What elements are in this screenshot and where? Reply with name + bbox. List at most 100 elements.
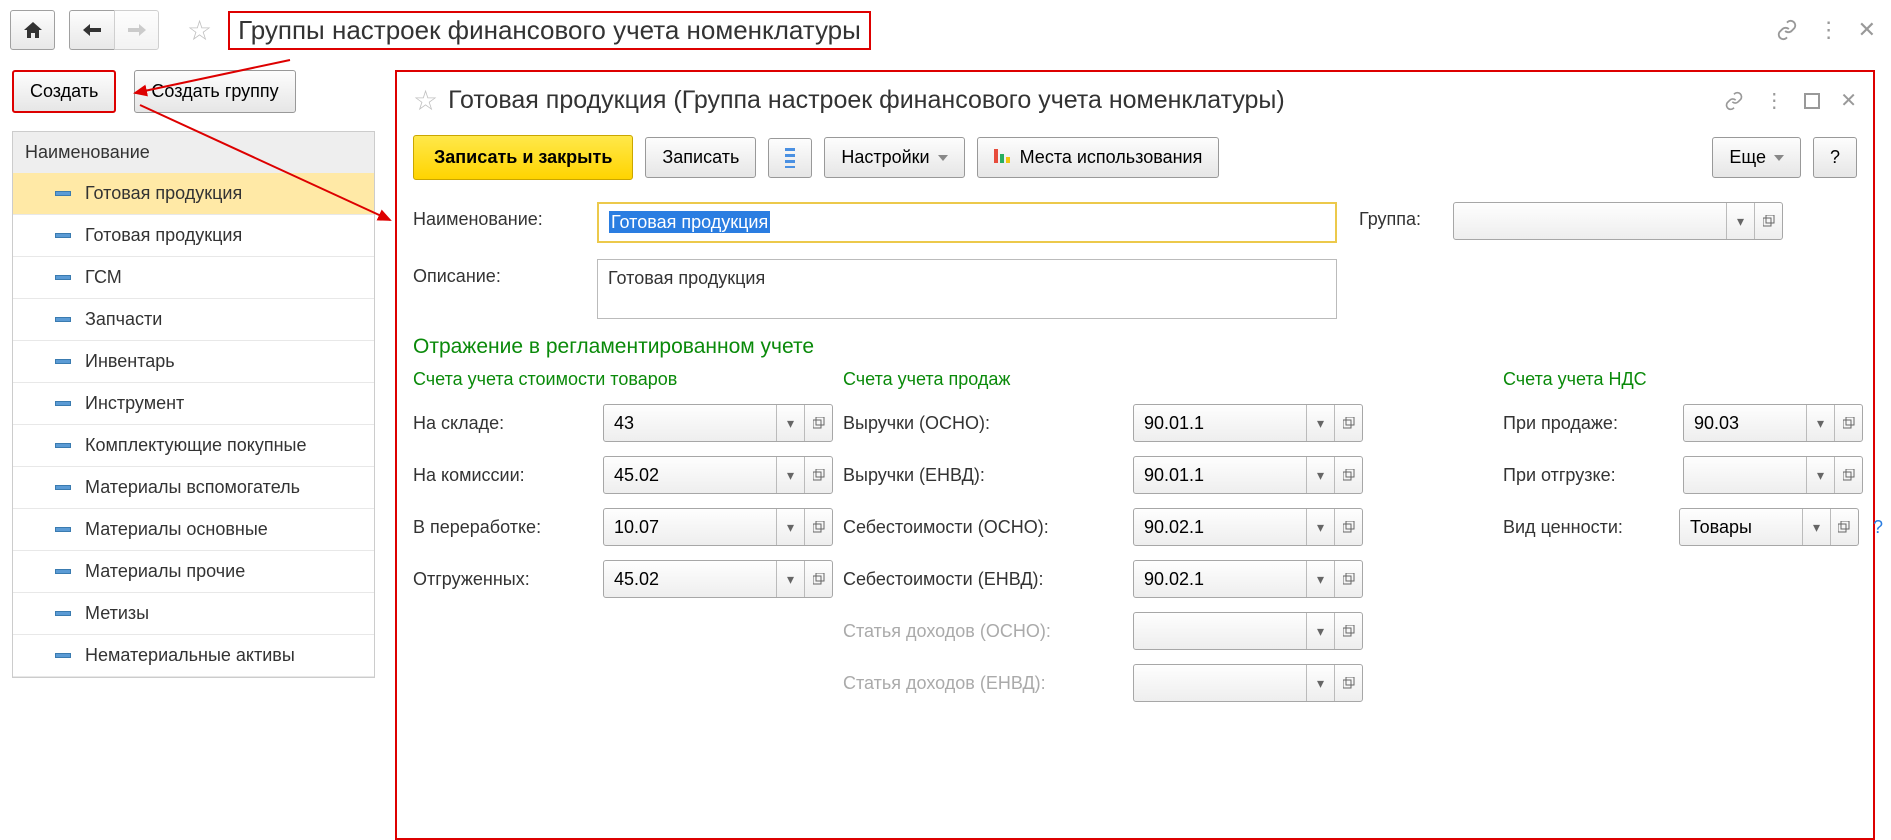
open-button[interactable] xyxy=(804,405,832,441)
account-select[interactable]: ▾ xyxy=(1679,508,1859,546)
list-item[interactable]: Готовая продукция xyxy=(13,215,374,257)
save-and-close-button[interactable]: Записать и закрыть xyxy=(413,135,633,180)
forward-button[interactable] xyxy=(114,10,159,50)
name-label: Наименование: xyxy=(413,202,583,230)
create-button[interactable]: Создать xyxy=(12,70,116,113)
account-select[interactable]: ▾ xyxy=(1133,560,1363,598)
account-select[interactable]: ▾ xyxy=(1133,664,1363,702)
chevron-down-icon xyxy=(938,155,948,161)
report-button[interactable] xyxy=(768,138,812,178)
list-item-label: Материалы основные xyxy=(85,519,268,540)
chart-icon xyxy=(994,149,1010,163)
child-maximize-icon[interactable] xyxy=(1804,93,1820,109)
open-button[interactable] xyxy=(1334,561,1362,597)
list-item-label: Комплектующие покупные xyxy=(85,435,307,456)
list-item[interactable]: Метизы xyxy=(13,593,374,635)
dropdown-button[interactable]: ▾ xyxy=(1306,561,1334,597)
dropdown-button[interactable]: ▾ xyxy=(1306,405,1334,441)
list-item-label: Инвентарь xyxy=(85,351,175,372)
save-button[interactable]: Записать xyxy=(645,137,756,178)
dropdown-button[interactable]: ▾ xyxy=(1306,457,1334,493)
dropdown-button[interactable]: ▾ xyxy=(1802,509,1830,545)
help-icon[interactable]: ? xyxy=(1873,517,1883,538)
back-button[interactable] xyxy=(69,10,114,50)
kebab-menu-icon[interactable]: ⋮ xyxy=(1818,17,1838,43)
open-button[interactable] xyxy=(1334,665,1362,701)
chevron-down-icon xyxy=(1774,155,1784,161)
list-item[interactable]: Запчасти xyxy=(13,299,374,341)
dropdown-button[interactable]: ▾ xyxy=(776,405,804,441)
account-row: Вид ценности: ▾? xyxy=(1503,508,1883,546)
dropdown-button[interactable]: ▾ xyxy=(1306,665,1334,701)
open-button[interactable] xyxy=(1830,509,1858,545)
dropdown-button[interactable]: ▾ xyxy=(776,457,804,493)
list-item[interactable]: Комплектующие покупные xyxy=(13,425,374,467)
close-icon[interactable]: ✕ xyxy=(1858,17,1876,43)
item-icon xyxy=(55,233,71,238)
list-item[interactable]: Инвентарь xyxy=(13,341,374,383)
subsection-cost: Счета учета стоимости товаров xyxy=(413,369,843,390)
dropdown-button[interactable]: ▾ xyxy=(776,561,804,597)
list-item-label: Запчасти xyxy=(85,309,162,330)
item-icon xyxy=(55,653,71,658)
account-row: Выручки (ЕНВД): ▾ xyxy=(843,456,1503,494)
open-button[interactable] xyxy=(1334,509,1362,545)
open-button[interactable] xyxy=(804,457,832,493)
item-icon xyxy=(55,569,71,574)
open-button[interactable] xyxy=(1834,405,1862,441)
list-item[interactable]: ГСМ xyxy=(13,257,374,299)
account-select[interactable]: ▾ xyxy=(603,508,833,546)
name-input[interactable]: Готовая продукция xyxy=(597,202,1337,243)
account-label: Выручки (ОСНО): xyxy=(843,413,1123,434)
subsection-vat: Счета учета НДС xyxy=(1503,369,1883,390)
list-item[interactable]: Нематериальные активы xyxy=(13,635,374,677)
more-dropdown[interactable]: Еще xyxy=(1712,137,1801,178)
help-button[interactable]: ? xyxy=(1813,137,1857,178)
list-item[interactable]: Материалы прочие xyxy=(13,551,374,593)
list-item[interactable]: Материалы вспомогатель xyxy=(13,467,374,509)
child-favorite-star-icon[interactable]: ☆ xyxy=(413,84,438,117)
child-close-icon[interactable]: ✕ xyxy=(1840,88,1857,113)
account-label: На комиссии: xyxy=(413,465,593,486)
dropdown-button[interactable]: ▾ xyxy=(1806,405,1834,441)
open-button[interactable] xyxy=(1334,405,1362,441)
account-select[interactable]: ▾ xyxy=(1133,508,1363,546)
account-select[interactable]: ▾ xyxy=(1133,404,1363,442)
group-select[interactable]: ▾ xyxy=(1453,202,1783,240)
account-select[interactable]: ▾ xyxy=(603,456,833,494)
list-header: Наименование xyxy=(12,131,375,173)
dropdown-button[interactable]: ▾ xyxy=(1306,613,1334,649)
account-row: Статья доходов (ЕНВД):▾ xyxy=(843,664,1503,702)
open-button[interactable] xyxy=(804,509,832,545)
dropdown-button[interactable]: ▾ xyxy=(776,509,804,545)
open-button[interactable] xyxy=(1334,613,1362,649)
usage-button[interactable]: Места использования xyxy=(977,137,1220,178)
account-select[interactable]: ▾ xyxy=(1683,456,1863,494)
open-button[interactable] xyxy=(804,561,832,597)
dropdown-button[interactable]: ▾ xyxy=(1806,457,1834,493)
list-item[interactable]: Материалы основные xyxy=(13,509,374,551)
account-select[interactable]: ▾ xyxy=(1683,404,1863,442)
home-button[interactable] xyxy=(10,10,55,50)
link-icon[interactable] xyxy=(1776,19,1798,41)
list-item[interactable]: Готовая продукция xyxy=(13,173,374,215)
dropdown-button[interactable]: ▾ xyxy=(1726,203,1754,239)
dropdown-button[interactable]: ▾ xyxy=(1306,509,1334,545)
child-kebab-icon[interactable]: ⋮ xyxy=(1764,88,1784,113)
open-button[interactable] xyxy=(1754,203,1782,239)
account-label: Вид ценности: xyxy=(1503,517,1669,538)
account-select[interactable]: ▾ xyxy=(1133,456,1363,494)
list-item[interactable]: Инструмент xyxy=(13,383,374,425)
create-group-button[interactable]: Создать группу xyxy=(134,70,295,113)
settings-dropdown[interactable]: Настройки xyxy=(824,137,964,178)
desc-input[interactable]: Готовая продукция xyxy=(597,259,1337,319)
child-link-icon[interactable] xyxy=(1724,91,1744,111)
open-button[interactable] xyxy=(1334,457,1362,493)
favorite-star-icon[interactable]: ☆ xyxy=(187,14,212,47)
account-select[interactable]: ▾ xyxy=(603,404,833,442)
open-button[interactable] xyxy=(1834,457,1862,493)
account-select[interactable]: ▾ xyxy=(1133,612,1363,650)
account-select[interactable]: ▾ xyxy=(603,560,833,598)
account-label: Выручки (ЕНВД): xyxy=(843,465,1123,486)
list-item-label: Метизы xyxy=(85,603,149,624)
